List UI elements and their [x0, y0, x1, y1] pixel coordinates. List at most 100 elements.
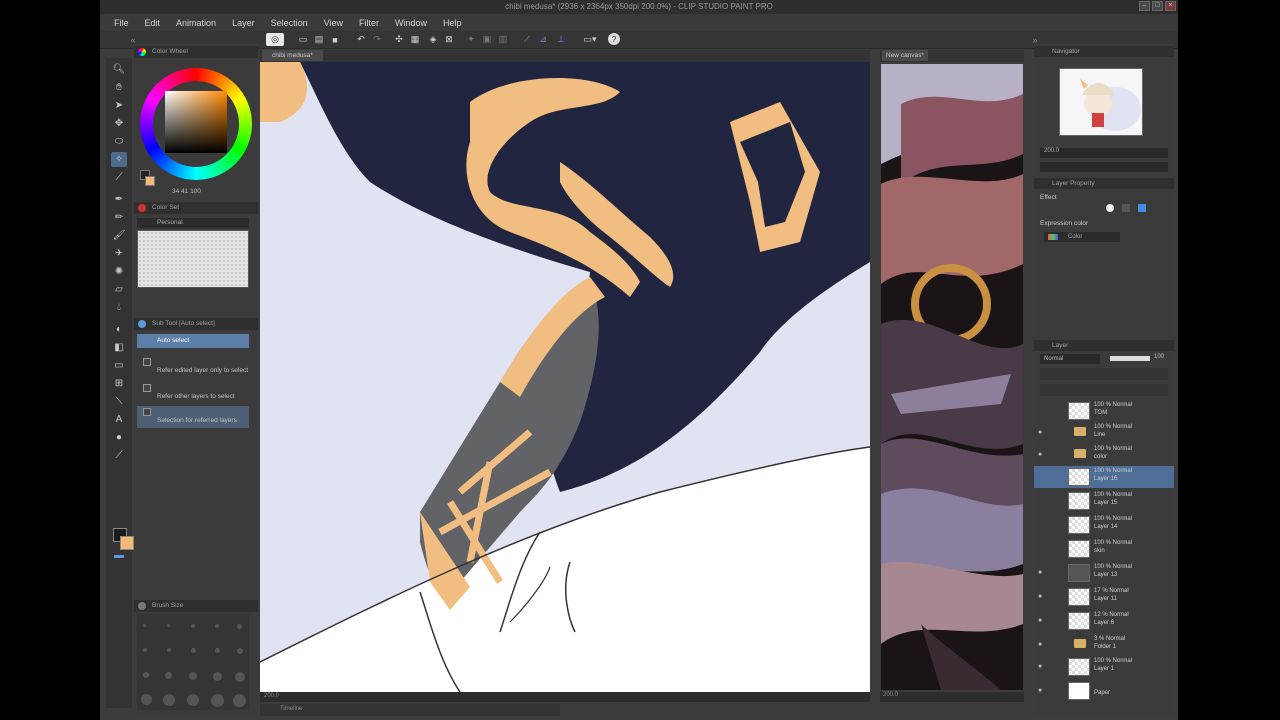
airbrush-tool-icon[interactable]: ✈︎: [111, 246, 127, 261]
ruler-snap-icon[interactable]: ▥: [496, 33, 510, 46]
display-menu-icon[interactable]: ▭▾: [578, 33, 602, 46]
eye-icon[interactable]: ●: [1038, 429, 1046, 437]
layer-row[interactable]: 100 % Normal skin: [1034, 538, 1174, 560]
fill-icon[interactable]: ◈: [426, 33, 440, 46]
transform-icon[interactable]: ✣: [392, 33, 406, 46]
grid-snap-icon[interactable]: ▣: [480, 33, 494, 46]
brush-size-grid[interactable]: [137, 614, 249, 710]
special-ruler-icon[interactable]: ⟋: [520, 33, 534, 46]
tone-effect-icon[interactable]: [1122, 204, 1130, 212]
navigator-tab[interactable]: Navigator: [1034, 46, 1174, 57]
frame-tool-icon[interactable]: ⊞: [111, 376, 127, 391]
auto-select-item[interactable]: Auto select: [137, 334, 249, 348]
navigator-zoom[interactable]: 200.0: [1040, 148, 1168, 158]
pencil-tool-icon[interactable]: ✏: [111, 210, 127, 225]
minimize-button[interactable]: –: [1139, 1, 1150, 11]
menu-view[interactable]: View: [324, 18, 343, 28]
menu-selection[interactable]: Selection: [271, 18, 308, 28]
main-canvas[interactable]: [260, 62, 870, 692]
eye-icon[interactable]: ●: [1038, 451, 1046, 459]
eyedropper-tool-icon[interactable]: ⟋: [111, 170, 127, 185]
layer-property-tab[interactable]: Layer Property: [1034, 178, 1174, 189]
color-set-swatches[interactable]: [137, 230, 249, 288]
expression-color-select[interactable]: Color: [1044, 232, 1120, 242]
refer-other-checkbox[interactable]: [143, 384, 151, 392]
maximize-button[interactable]: □: [1152, 1, 1163, 11]
layer-row[interactable]: 100 % Normal Layer 16: [1034, 466, 1174, 488]
reference-zoom[interactable]: 200.0: [883, 692, 898, 698]
layer-opacity-slider[interactable]: [1110, 356, 1150, 361]
hand-tool-icon[interactable]: ✋︎: [111, 80, 127, 95]
snap-icon[interactable]: ✦: [464, 33, 478, 46]
canvas-zoom[interactable]: 200.0: [264, 693, 279, 699]
clip-studio-icon[interactable]: ◎: [266, 33, 284, 46]
color-wheel-tab[interactable]: Color Wheel: [134, 46, 258, 58]
decoration-tool-icon[interactable]: ✺: [111, 264, 127, 279]
refer-other-layers-option[interactable]: Refer other layers to select: [137, 382, 249, 404]
layer-row[interactable]: ● 100 % Normal color: [1034, 444, 1174, 466]
perspective-icon[interactable]: ⊿: [536, 33, 550, 46]
menu-file[interactable]: File: [114, 18, 129, 28]
layer-color-icon[interactable]: [1138, 204, 1146, 212]
gradient-tool-icon[interactable]: ◧: [111, 340, 127, 355]
layer-row[interactable]: ● 100 % Normal Layer 13: [1034, 562, 1174, 584]
move-layer-tool-icon[interactable]: ✥: [111, 116, 127, 131]
open-file-icon[interactable]: ▤: [312, 33, 326, 46]
save-icon[interactable]: ■: [328, 33, 342, 46]
menu-window[interactable]: Window: [395, 18, 427, 28]
refer-edited-layer-option[interactable]: Refer edited layer only to select: [137, 356, 249, 378]
color-wheel[interactable]: [140, 68, 252, 180]
selection-referred-checkbox[interactable]: [143, 408, 151, 416]
selection-referred-option[interactable]: Selection for referred layers: [137, 406, 249, 428]
brush-size-tab[interactable]: Brush Size: [134, 600, 258, 612]
timeline-tab[interactable]: Timeline: [260, 704, 560, 716]
help-icon[interactable]: ?: [608, 33, 620, 45]
selection-tool-icon[interactable]: ⬭: [111, 134, 127, 149]
sub-tool-tab[interactable]: Sub Tool [Auto select]: [134, 318, 258, 330]
menu-edit[interactable]: Edit: [145, 18, 161, 28]
eye-icon[interactable]: ●: [1038, 593, 1046, 601]
zoom-tool-icon[interactable]: 🔍︎: [111, 62, 127, 77]
correct-line-tool-icon[interactable]: ⟋: [111, 448, 127, 463]
eye-icon[interactable]: ●: [1038, 617, 1046, 625]
color-set-dropdown[interactable]: Personal: [137, 218, 249, 228]
border-effect-icon[interactable]: [1106, 204, 1114, 212]
eye-icon[interactable]: ●: [1038, 663, 1046, 671]
operation-tool-icon[interactable]: ➤: [111, 98, 127, 113]
reference-canvas[interactable]: [881, 64, 1023, 690]
fill-tool-icon[interactable]: ◐: [111, 322, 127, 337]
layer-row[interactable]: 100 % Normal Layer 14: [1034, 514, 1174, 536]
new-file-icon[interactable]: ▭: [296, 33, 310, 46]
refer-edited-checkbox[interactable]: [143, 358, 151, 366]
layer-row[interactable]: 100 % Normal TOM: [1034, 400, 1174, 422]
close-button[interactable]: ×: [1165, 1, 1176, 11]
text-tool-icon[interactable]: A: [111, 412, 127, 427]
eraser-tool-icon[interactable]: ▱: [111, 282, 127, 297]
navigator-rotate-slider[interactable]: [1040, 162, 1168, 172]
ruler-tool-icon[interactable]: ⟍: [111, 394, 127, 409]
blend-tool-icon[interactable]: 💧︎: [111, 300, 127, 315]
balloon-tool-icon[interactable]: ●: [111, 430, 127, 445]
menu-animation[interactable]: Animation: [176, 18, 216, 28]
pen-tool-icon[interactable]: ✒: [111, 192, 127, 207]
blend-mode-select[interactable]: Normal: [1040, 354, 1100, 364]
saturation-value-square[interactable]: [165, 91, 227, 153]
layer-row[interactable]: ● 17 % Normal Layer 11: [1034, 586, 1174, 608]
canvas-tab[interactable]: chibi medusa*: [262, 50, 323, 61]
layer-opacity-value[interactable]: 100: [1154, 354, 1164, 360]
redo-icon[interactable]: ↷: [370, 33, 384, 46]
transparent-color-icon[interactable]: ▬: [111, 548, 127, 563]
layer-row[interactable]: ● 3 % Normal Folder 1: [1034, 634, 1174, 656]
eye-icon[interactable]: ●: [1038, 569, 1046, 577]
menu-layer[interactable]: Layer: [232, 18, 255, 28]
undo-icon[interactable]: ↶: [354, 33, 368, 46]
eye-icon[interactable]: ●: [1038, 687, 1046, 695]
clear-icon[interactable]: ▦: [408, 33, 422, 46]
brush-tool-icon[interactable]: 🖌︎: [111, 228, 127, 243]
crop-icon[interactable]: ⊠: [442, 33, 456, 46]
reference-canvas-tab[interactable]: New canvas*: [882, 50, 928, 61]
layer-row[interactable]: ● 12 % Normal Layer 6: [1034, 610, 1174, 632]
layer-row[interactable]: ● Paper: [1034, 680, 1174, 702]
eye-icon[interactable]: ●: [1038, 641, 1046, 649]
layer-row[interactable]: ● 100 % Normal Line: [1034, 422, 1174, 444]
